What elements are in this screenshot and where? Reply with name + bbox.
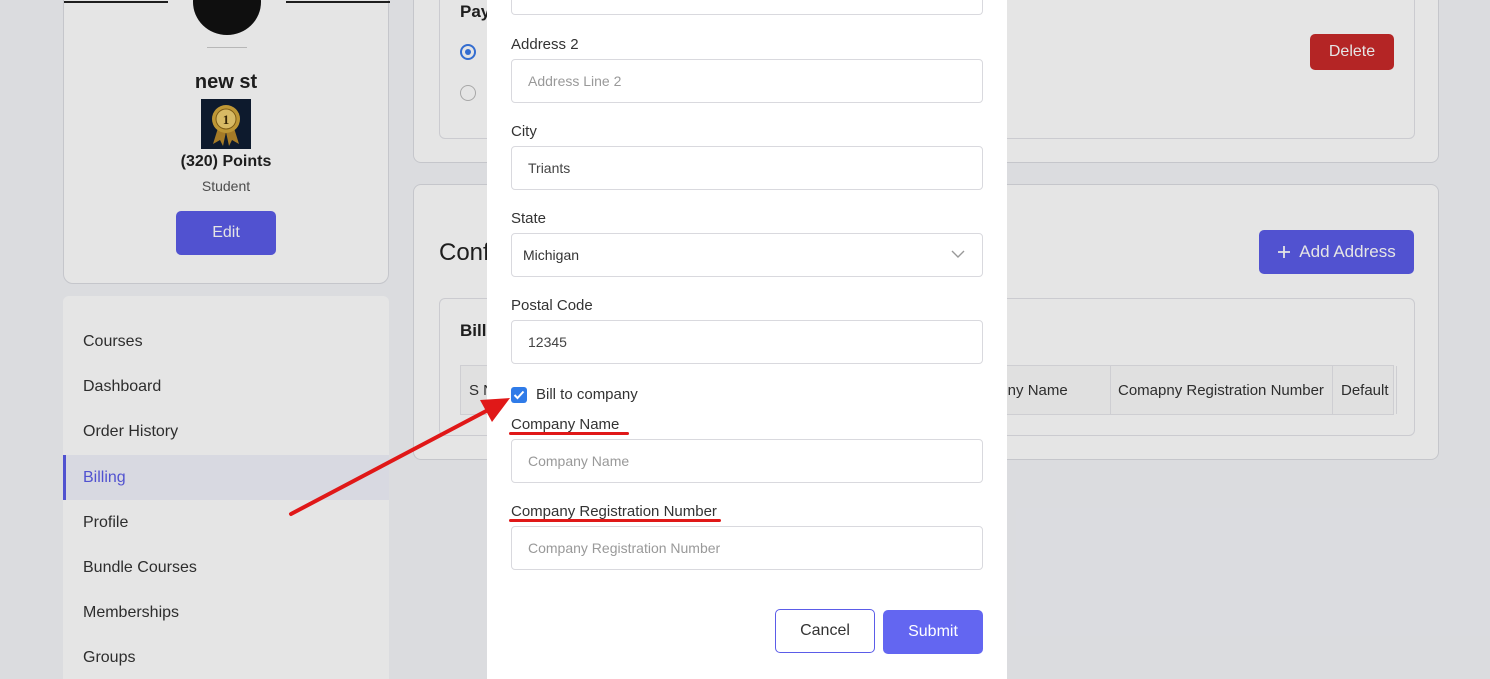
company-name-input[interactable]: [511, 439, 983, 483]
company-registration-input[interactable]: [511, 526, 983, 570]
check-icon: [513, 390, 525, 399]
annotation-underline: [509, 519, 721, 522]
address-2-label: Address 2: [511, 36, 579, 53]
cancel-button[interactable]: Cancel: [775, 609, 875, 653]
submit-button[interactable]: Submit: [883, 610, 983, 654]
address-2-input[interactable]: [511, 59, 983, 103]
city-label: City: [511, 123, 537, 140]
bill-to-company-row[interactable]: Bill to company: [511, 386, 638, 403]
state-select[interactable]: Michigan: [511, 233, 983, 277]
bill-to-company-label: Bill to company: [536, 386, 638, 403]
state-label: State: [511, 210, 547, 227]
postal-code-label: Postal Code: [511, 297, 593, 314]
postal-code-input[interactable]: [511, 320, 983, 364]
chevron-down-icon: [951, 250, 965, 258]
annotation-underline: [509, 432, 629, 435]
company-registration-label: Company Registration Number: [511, 503, 717, 520]
city-input[interactable]: [511, 146, 983, 190]
billing-address-modal: Address 2 City State Michigan Postal Cod…: [487, 0, 1007, 679]
address-line-1-input[interactable]: [511, 0, 983, 15]
state-selected-value: Michigan: [523, 247, 580, 263]
bill-to-company-checkbox[interactable]: [511, 386, 527, 403]
company-name-label: Company Name: [511, 416, 620, 433]
